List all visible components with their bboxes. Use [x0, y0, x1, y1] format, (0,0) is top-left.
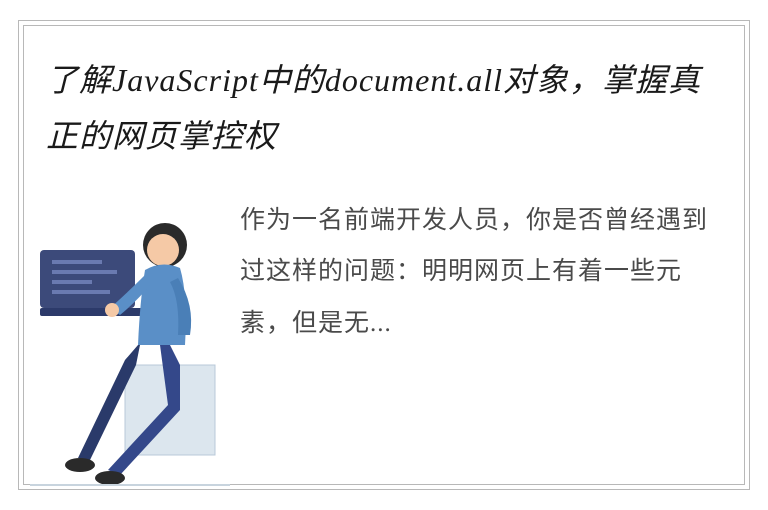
- article-title: 了解JavaScript中的document.all对象，掌握真正的网页掌控权: [46, 52, 716, 164]
- article-excerpt: 作为一名前端开发人员，你是否曾经遇到过这样的问题：明明网页上有着一些元素，但是无…: [240, 195, 710, 349]
- person-sitting-laptop-illustration: [30, 200, 230, 495]
